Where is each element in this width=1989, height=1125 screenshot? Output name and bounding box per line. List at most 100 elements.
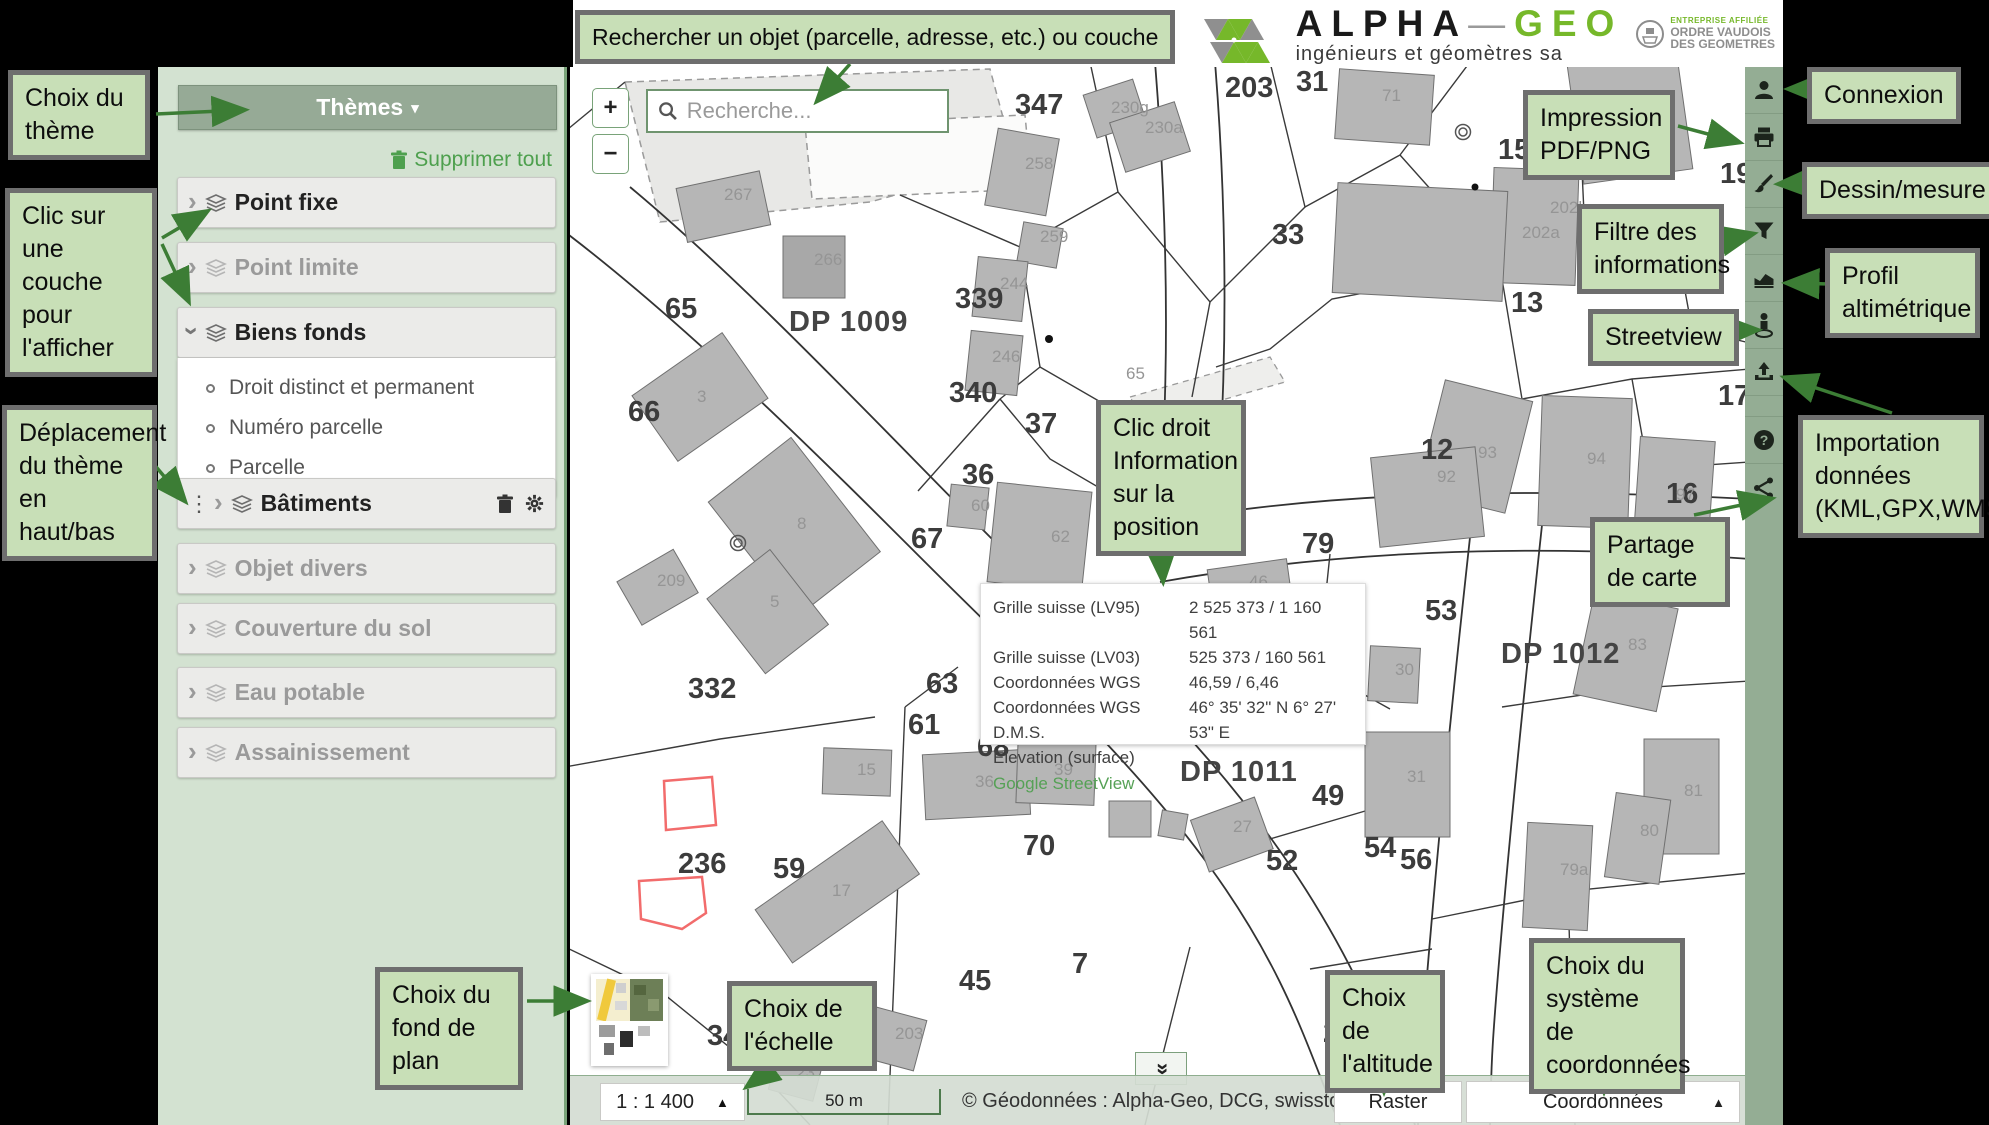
chevron-right-icon: › xyxy=(188,188,197,214)
annotation-recherche: Rechercher un objet (parcelle, adresse, … xyxy=(575,10,1175,64)
popup-value: 46° 35' 32" N 6° 27' 53" E xyxy=(1189,695,1353,745)
map-label: 70 xyxy=(1023,830,1055,862)
clear-all-button[interactable]: Supprimer tout xyxy=(390,148,552,172)
map-label: 203 xyxy=(1225,72,1273,104)
annotation-fond-de-plan: Choix du fond de plan xyxy=(375,967,523,1090)
sublayer-droit-distinct[interactable]: Droit distinct et permanent xyxy=(178,368,555,408)
chevron-right-icon: › xyxy=(188,554,197,580)
map-label: 266 xyxy=(814,250,842,269)
svg-text:?: ? xyxy=(1760,432,1769,448)
map-label: 66 xyxy=(628,396,660,428)
scale-value: 1 : 1 400 xyxy=(616,1091,694,1114)
radio-icon xyxy=(206,464,215,473)
annotation-clic-droit: Clic droit Information sur la position xyxy=(1096,400,1246,556)
map-label: 17 xyxy=(832,881,851,900)
map-label: 27 xyxy=(1233,817,1252,836)
annotation-profil-altimetrique: Profil altimétrique xyxy=(1825,248,1980,338)
layer-label: Bâtiments xyxy=(261,490,372,517)
map-label: DP 1012 xyxy=(1501,638,1620,670)
logo-text: ALPHA—GEO ingénieurs et géomètres sa xyxy=(1296,5,1624,64)
map-label: 13 xyxy=(1511,287,1543,319)
chevron-right-icon: › xyxy=(188,253,197,279)
elevation-profile-button[interactable] xyxy=(1745,255,1783,302)
print-button[interactable] xyxy=(1745,114,1783,161)
scale-bar-label: 50 m xyxy=(825,1091,863,1111)
layer-label: Assainissement xyxy=(235,739,410,766)
popup-label: Grille suisse (LV03) xyxy=(993,645,1189,670)
upload-icon xyxy=(1752,360,1776,384)
stage: ALPHA—GEO ingénieurs et géomètres sa ENT… xyxy=(0,0,1989,1125)
logo-subtitle: ingénieurs et géomètres sa xyxy=(1296,44,1624,64)
layer-label: Point limite xyxy=(235,254,359,281)
map-label: 12 xyxy=(1421,434,1453,466)
search-bar[interactable] xyxy=(646,89,949,133)
layer-couverture-sol[interactable]: › Couverture du sol xyxy=(177,603,556,654)
logo-hexagon-icon xyxy=(1204,4,1284,64)
map-label: 17 xyxy=(1718,380,1745,412)
import-data-button[interactable] xyxy=(1745,349,1783,396)
layers-icon xyxy=(205,743,227,763)
sublayer-label: Parcelle xyxy=(229,456,305,480)
filter-info-button[interactable] xyxy=(1745,208,1783,255)
layer-assainissement[interactable]: › Assainissement xyxy=(177,727,556,778)
map-label: 230a xyxy=(1145,118,1183,137)
user-icon xyxy=(1752,78,1776,102)
map-label: 37 xyxy=(1025,408,1057,440)
layer-point-limite[interactable]: › Point limite xyxy=(177,242,556,293)
caret-down-icon: ▾ xyxy=(411,99,419,117)
annotation-filtre-informations: Filtre des informations xyxy=(1577,204,1724,294)
map-label: 31 xyxy=(1296,67,1328,98)
zoom-in-button[interactable]: + xyxy=(592,88,629,128)
annotation-choix-echelle: Choix de l'échelle xyxy=(727,981,877,1071)
caret-up-icon: ▲ xyxy=(1712,1095,1725,1110)
layer-biens-fonds[interactable]: › Biens fonds xyxy=(177,307,556,358)
login-button[interactable] xyxy=(1745,67,1783,114)
map-label: 83 xyxy=(1628,635,1647,654)
gear-icon[interactable] xyxy=(524,493,545,514)
double-chevron-down-icon: « xyxy=(1148,1062,1174,1074)
popup-value: 525 373 / 160 561 xyxy=(1189,645,1326,670)
popup-label: Elevation (surface) xyxy=(993,745,1189,770)
map-label: 5 xyxy=(770,592,779,611)
map-label: 79 xyxy=(1302,528,1334,560)
popup-label: Grille suisse (LV95) xyxy=(993,595,1189,645)
sublayer-numero-parcelle[interactable]: Numéro parcelle xyxy=(178,408,555,448)
layer-point-fixe[interactable]: › Point fixe xyxy=(177,177,556,228)
layers-icon xyxy=(205,193,227,213)
map-label: 65 xyxy=(665,293,697,325)
layer-objet-divers[interactable]: › Objet divers xyxy=(177,543,556,594)
map-label: 93 xyxy=(1478,443,1497,462)
basemap-switcher[interactable] xyxy=(591,974,668,1066)
map-label: 236 xyxy=(678,848,726,880)
map-label: 33 xyxy=(1272,219,1304,251)
map-label: 7 xyxy=(1072,948,1088,980)
scale-selector[interactable]: 1 : 1 400 ▲ xyxy=(600,1083,745,1121)
zoom-out-button[interactable]: − xyxy=(592,134,629,174)
google-streetview-link[interactable]: Google StreetView xyxy=(993,770,1353,797)
layer-eau-potable[interactable]: › Eau potable xyxy=(177,667,556,718)
draw-measure-button[interactable] xyxy=(1745,161,1783,208)
map-label: 97 xyxy=(1676,485,1695,504)
streetview-button[interactable] xyxy=(1745,302,1783,349)
chevron-right-icon: › xyxy=(188,738,197,764)
map-label: DP 1009 xyxy=(789,306,908,338)
map-label: 202a xyxy=(1522,223,1560,242)
map-label: 94 xyxy=(1587,449,1606,468)
themes-dropdown-button[interactable]: Thèmes ▾ xyxy=(178,85,557,130)
trash-icon[interactable] xyxy=(496,494,514,514)
help-button[interactable]: ? xyxy=(1745,417,1783,464)
trash-icon xyxy=(390,150,408,170)
map-label: 259 xyxy=(1040,227,1068,246)
annotation-impression: Impression PDF/PNG xyxy=(1523,90,1675,180)
layers-icon xyxy=(205,323,227,343)
search-input[interactable] xyxy=(687,98,937,124)
drag-handle-icon[interactable]: ⋮ xyxy=(188,491,208,517)
map-label: 267 xyxy=(724,185,752,204)
layer-batiments[interactable]: ⋮ › Bâtiments xyxy=(177,478,556,529)
badge-seal-icon xyxy=(1635,19,1665,49)
share-map-button[interactable] xyxy=(1745,464,1783,511)
annotation-importation-donnees: Importation données (KML,GPX,WMS) xyxy=(1798,415,1984,538)
map-label: 36 xyxy=(962,459,994,491)
map-label: 80 xyxy=(1640,821,1659,840)
map-label: 61 xyxy=(908,709,940,741)
